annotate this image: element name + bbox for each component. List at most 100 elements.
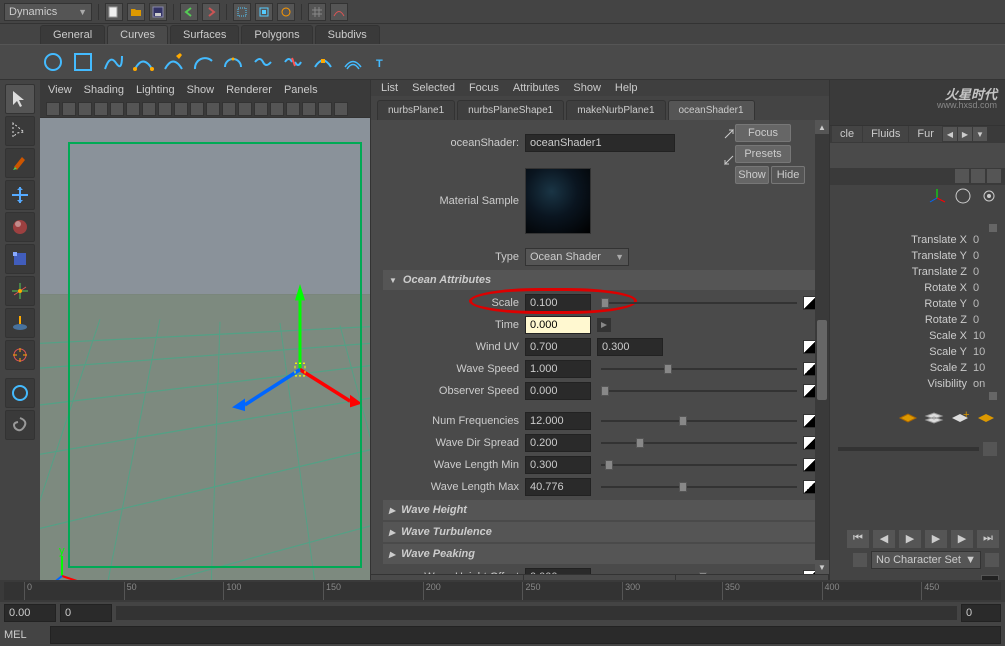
scroll-up-icon[interactable]: ▲ <box>815 120 829 134</box>
time-connect-icon[interactable] <box>597 318 611 332</box>
range-bar[interactable] <box>116 606 957 620</box>
wind-u-input[interactable] <box>525 338 591 356</box>
shelf-next-icon[interactable]: ▶ <box>958 127 972 141</box>
square-icon[interactable] <box>70 49 96 75</box>
vp-ic[interactable] <box>110 102 124 116</box>
insert-knot-icon[interactable] <box>310 49 336 75</box>
scroll-up-icon[interactable] <box>989 224 997 232</box>
nav-in-icon[interactable] <box>723 154 737 168</box>
lasso-tool[interactable] <box>5 116 35 146</box>
vp-ic[interactable] <box>222 102 236 116</box>
scroll-down-icon[interactable]: ▼ <box>815 560 829 574</box>
wave-len-min-slider[interactable] <box>601 458 797 472</box>
select-hier-icon[interactable] <box>255 3 273 21</box>
ae-menu-selected[interactable]: Selected <box>412 82 455 94</box>
select-icon[interactable] <box>233 3 251 21</box>
wave-height-offset-slider[interactable] <box>601 570 797 574</box>
go-end-icon[interactable]: ⏭ <box>977 530 999 548</box>
vp-ic[interactable] <box>158 102 172 116</box>
vp-ic[interactable] <box>126 102 140 116</box>
snap-icon[interactable] <box>277 3 295 21</box>
num-freq-input[interactable] <box>525 412 591 430</box>
circle-icon[interactable] <box>40 49 66 75</box>
vp-menu-show[interactable]: Show <box>187 84 215 96</box>
scroll-down-icon[interactable] <box>989 392 997 400</box>
vp-ic[interactable] <box>238 102 252 116</box>
chbox-icon[interactable] <box>971 169 985 183</box>
chbox-icon[interactable] <box>987 169 1001 183</box>
shelf-tab-curves[interactable]: Curves <box>107 25 168 44</box>
char-icon[interactable] <box>853 553 867 567</box>
rotate-tool[interactable] <box>5 212 35 242</box>
arc3-icon[interactable] <box>220 49 246 75</box>
ae-tab[interactable]: oceanShader1 <box>668 100 755 120</box>
last-tool-spiral[interactable] <box>5 410 35 440</box>
vp-menu-panels[interactable]: Panels <box>284 84 318 96</box>
shelf-tab-subdivs[interactable]: Subdivs <box>315 25 380 44</box>
material-sample-swatch[interactable] <box>525 168 591 234</box>
presets-button[interactable]: Presets <box>735 145 791 163</box>
range-start-input[interactable] <box>4 604 56 622</box>
scale-input[interactable] <box>525 294 591 312</box>
paint-tool[interactable] <box>5 148 35 178</box>
timeline[interactable]: 0 50 100 150 200 250 300 350 400 450 <box>0 580 1005 602</box>
manip-tool[interactable] <box>5 276 35 306</box>
section-wave-height[interactable]: ▶Wave Height <box>383 500 817 520</box>
time-input[interactable] <box>525 316 591 334</box>
vp-ic[interactable] <box>190 102 204 116</box>
wave-len-max-input[interactable] <box>525 478 591 496</box>
shelf-tab-general[interactable]: General <box>40 25 105 44</box>
wave-dir-input[interactable] <box>525 434 591 452</box>
shelf-tab-surfaces[interactable]: Surfaces <box>170 25 239 44</box>
vp-ic[interactable] <box>334 102 348 116</box>
scale-tool[interactable] <box>5 244 35 274</box>
save-icon[interactable] <box>149 3 167 21</box>
layer-new-icon[interactable] <box>975 410 997 430</box>
type-dropdown[interactable]: Ocean Shader▼ <box>525 248 629 266</box>
section-wave-turbulence[interactable]: ▶Wave Turbulence <box>383 522 817 542</box>
ae-menu-help[interactable]: Help <box>615 82 638 94</box>
vp-ic[interactable] <box>302 102 316 116</box>
go-start-icon[interactable]: ⏮ <box>847 530 869 548</box>
curve-ep-icon[interactable] <box>130 49 156 75</box>
open-icon[interactable] <box>127 3 145 21</box>
shelf-tab[interactable]: cle <box>832 126 862 142</box>
layer-stack-icon[interactable] <box>923 410 945 430</box>
observer-speed-slider[interactable] <box>601 384 797 398</box>
play-fwd-icon[interactable]: ▶ <box>925 530 947 548</box>
move-tool[interactable] <box>5 180 35 210</box>
vp-ic[interactable] <box>94 102 108 116</box>
scroll-thumb[interactable] <box>817 320 827 400</box>
layer-add-icon[interactable]: + <box>949 410 971 430</box>
time-ruler[interactable]: 0 50 100 150 200 250 300 350 400 450 <box>4 582 1001 600</box>
play-back-icon[interactable]: ▶ <box>899 530 921 548</box>
detach-icon[interactable] <box>280 49 306 75</box>
range-cur-input[interactable] <box>961 604 1001 622</box>
hide-button[interactable]: Hide <box>771 166 805 184</box>
num-freq-slider[interactable] <box>601 414 797 428</box>
wind-v-input[interactable] <box>597 338 663 356</box>
shelf-prev-icon[interactable]: ◀ <box>943 127 957 141</box>
vp-ic[interactable] <box>142 102 156 116</box>
wave-len-min-input[interactable] <box>525 456 591 474</box>
ae-menu-show[interactable]: Show <box>573 82 601 94</box>
ae-menu-attributes[interactable]: Attributes <box>513 82 559 94</box>
vp-menu-view[interactable]: View <box>48 84 72 96</box>
text-icon[interactable]: T <box>370 49 396 75</box>
step-back-icon[interactable]: ◀ <box>873 530 895 548</box>
ae-scrollbar[interactable]: ▲ ▼ <box>815 120 829 574</box>
character-set-dropdown[interactable]: No Character Set▼ <box>871 551 981 569</box>
mel-label[interactable]: MEL <box>4 629 44 641</box>
step-fwd-icon[interactable]: ▶ <box>951 530 973 548</box>
vp-ic[interactable] <box>270 102 284 116</box>
section-ocean-attributes[interactable]: ▼Ocean Attributes <box>383 270 817 290</box>
pencil-icon[interactable] <box>160 49 186 75</box>
wave-speed-slider[interactable] <box>601 362 797 376</box>
circle-icon[interactable] <box>953 186 973 206</box>
axis-gizmo-icon[interactable] <box>927 186 947 206</box>
vp-menu-lighting[interactable]: Lighting <box>136 84 175 96</box>
snap-curve-icon[interactable] <box>330 3 348 21</box>
snap-grid-icon[interactable] <box>308 3 326 21</box>
vp-menu-renderer[interactable]: Renderer <box>226 84 272 96</box>
wave-dir-slider[interactable] <box>601 436 797 450</box>
